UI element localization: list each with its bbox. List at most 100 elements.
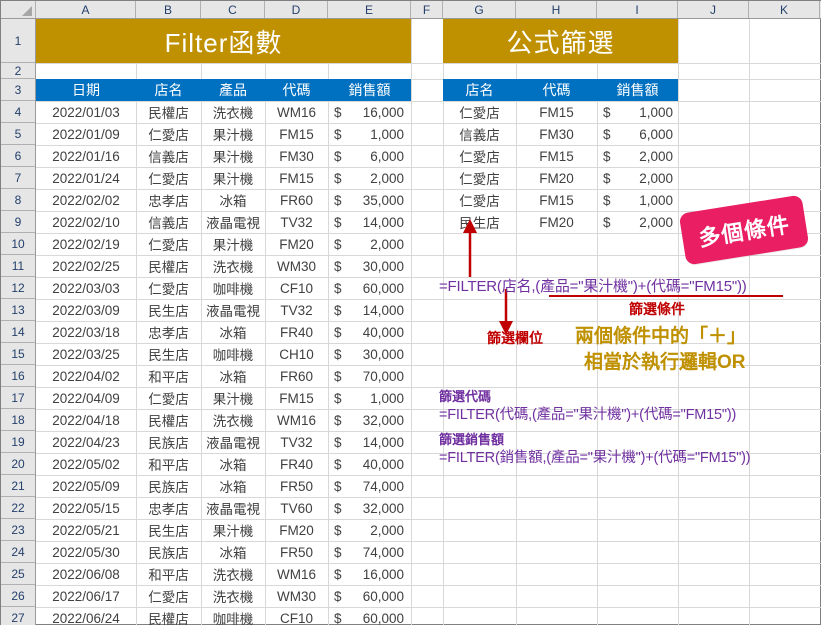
left-cell-product[interactable]: 咖啡機 (201, 343, 265, 365)
right-cell-amount[interactable]: $2,000 (603, 211, 673, 233)
left-cell-code[interactable]: WM16 (265, 101, 328, 123)
left-cell-amount[interactable]: $16,000 (334, 101, 404, 123)
column-header-g[interactable]: G (443, 1, 516, 18)
left-cell-date[interactable]: 2022/04/18 (36, 409, 136, 431)
row-header-13[interactable]: 13 (1, 299, 35, 321)
left-cell-store[interactable]: 民族店 (136, 475, 201, 497)
left-cell-code[interactable]: TV32 (265, 211, 328, 233)
left-cell-amount[interactable]: $6,000 (334, 145, 404, 167)
left-cell-code[interactable]: WM16 (265, 409, 328, 431)
left-cell-amount[interactable]: $14,000 (334, 431, 404, 453)
left-cell-code[interactable]: FM20 (265, 233, 328, 255)
row-header-17[interactable]: 17 (1, 387, 35, 409)
left-cell-amount[interactable]: $60,000 (334, 607, 404, 625)
row-header-3[interactable]: 3 (1, 79, 35, 101)
left-cell-code[interactable]: FR50 (265, 475, 328, 497)
left-cell-date[interactable]: 2022/06/08 (36, 563, 136, 585)
row-header-4[interactable]: 4 (1, 101, 35, 123)
left-cell-amount[interactable]: $60,000 (334, 277, 404, 299)
left-cell-amount[interactable]: $32,000 (334, 409, 404, 431)
left-cell-store[interactable]: 忠孝店 (136, 497, 201, 519)
left-cell-product[interactable]: 液晶電視 (201, 211, 265, 233)
right-cell-store[interactable]: 仁愛店 (443, 167, 516, 189)
left-cell-product[interactable]: 冰箱 (201, 541, 265, 563)
right-cell-code[interactable]: FM15 (516, 101, 597, 123)
left-cell-product[interactable]: 洗衣機 (201, 409, 265, 431)
row-header-7[interactable]: 7 (1, 167, 35, 189)
left-cell-code[interactable]: WM30 (265, 585, 328, 607)
right-cell-store[interactable]: 仁愛店 (443, 189, 516, 211)
left-cell-date[interactable]: 2022/02/25 (36, 255, 136, 277)
row-header-21[interactable]: 21 (1, 475, 35, 497)
left-cell-product[interactable]: 果汁機 (201, 519, 265, 541)
left-cell-product[interactable]: 冰箱 (201, 453, 265, 475)
left-cell-code[interactable]: CH10 (265, 343, 328, 365)
left-cell-store[interactable]: 仁愛店 (136, 123, 201, 145)
column-header-i[interactable]: I (597, 1, 678, 18)
left-cell-amount[interactable]: $2,000 (334, 167, 404, 189)
left-cell-date[interactable]: 2022/04/23 (36, 431, 136, 453)
row-header-24[interactable]: 24 (1, 541, 35, 563)
left-cell-product[interactable]: 果汁機 (201, 233, 265, 255)
row-header-10[interactable]: 10 (1, 233, 35, 255)
left-cell-date[interactable]: 2022/05/21 (36, 519, 136, 541)
right-cell-store[interactable]: 信義店 (443, 123, 516, 145)
right-cell-code[interactable]: FM15 (516, 189, 597, 211)
left-cell-store[interactable]: 仁愛店 (136, 277, 201, 299)
left-cell-date[interactable]: 2022/01/09 (36, 123, 136, 145)
left-cell-product[interactable]: 果汁機 (201, 145, 265, 167)
left-cell-store[interactable]: 民權店 (136, 409, 201, 431)
row-header-8[interactable]: 8 (1, 189, 35, 211)
left-cell-product[interactable]: 液晶電視 (201, 299, 265, 321)
left-cell-product[interactable]: 洗衣機 (201, 585, 265, 607)
column-header-a[interactable]: A (36, 1, 136, 18)
left-cell-code[interactable]: FR40 (265, 321, 328, 343)
left-cell-product[interactable]: 咖啡機 (201, 277, 265, 299)
left-cell-date[interactable]: 2022/02/19 (36, 233, 136, 255)
left-cell-date[interactable]: 2022/04/02 (36, 365, 136, 387)
left-cell-product[interactable]: 冰箱 (201, 475, 265, 497)
column-header-f[interactable]: F (411, 1, 443, 18)
left-cell-product[interactable]: 冰箱 (201, 189, 265, 211)
row-header-27[interactable]: 27 (1, 607, 35, 625)
right-cell-store[interactable]: 仁愛店 (443, 145, 516, 167)
left-cell-product[interactable]: 果汁機 (201, 123, 265, 145)
left-cell-code[interactable]: TV32 (265, 299, 328, 321)
left-cell-amount[interactable]: $32,000 (334, 497, 404, 519)
row-header-2[interactable]: 2 (1, 63, 35, 79)
row-header-5[interactable]: 5 (1, 123, 35, 145)
left-cell-code[interactable]: FM15 (265, 167, 328, 189)
left-cell-store[interactable]: 仁愛店 (136, 233, 201, 255)
left-cell-amount[interactable]: $2,000 (334, 233, 404, 255)
column-header-k[interactable]: K (749, 1, 820, 18)
left-cell-code[interactable]: FR40 (265, 453, 328, 475)
left-cell-code[interactable]: FM30 (265, 145, 328, 167)
left-cell-code[interactable]: FR50 (265, 541, 328, 563)
row-header-25[interactable]: 25 (1, 563, 35, 585)
column-header-d[interactable]: D (265, 1, 328, 18)
left-cell-amount[interactable]: $2,000 (334, 519, 404, 541)
left-cell-product[interactable]: 洗衣機 (201, 255, 265, 277)
right-cell-amount[interactable]: $1,000 (603, 101, 673, 123)
left-cell-date[interactable]: 2022/05/15 (36, 497, 136, 519)
left-cell-amount[interactable]: $30,000 (334, 255, 404, 277)
left-cell-date[interactable]: 2022/03/25 (36, 343, 136, 365)
left-cell-code[interactable]: TV60 (265, 497, 328, 519)
row-header-16[interactable]: 16 (1, 365, 35, 387)
left-cell-code[interactable]: WM16 (265, 563, 328, 585)
left-cell-amount[interactable]: $35,000 (334, 189, 404, 211)
left-cell-amount[interactable]: $70,000 (334, 365, 404, 387)
left-cell-product[interactable]: 果汁機 (201, 167, 265, 189)
column-header-j[interactable]: J (678, 1, 749, 18)
left-cell-code[interactable]: FM15 (265, 123, 328, 145)
left-cell-store[interactable]: 民權店 (136, 101, 201, 123)
left-cell-store[interactable]: 忠孝店 (136, 321, 201, 343)
left-cell-product[interactable]: 咖啡機 (201, 607, 265, 625)
right-cell-amount[interactable]: $1,000 (603, 189, 673, 211)
left-cell-store[interactable]: 信義店 (136, 211, 201, 233)
left-cell-amount[interactable]: $30,000 (334, 343, 404, 365)
left-cell-date[interactable]: 2022/05/02 (36, 453, 136, 475)
left-cell-product[interactable]: 液晶電視 (201, 497, 265, 519)
right-cell-amount[interactable]: $2,000 (603, 145, 673, 167)
left-cell-store[interactable]: 民族店 (136, 541, 201, 563)
